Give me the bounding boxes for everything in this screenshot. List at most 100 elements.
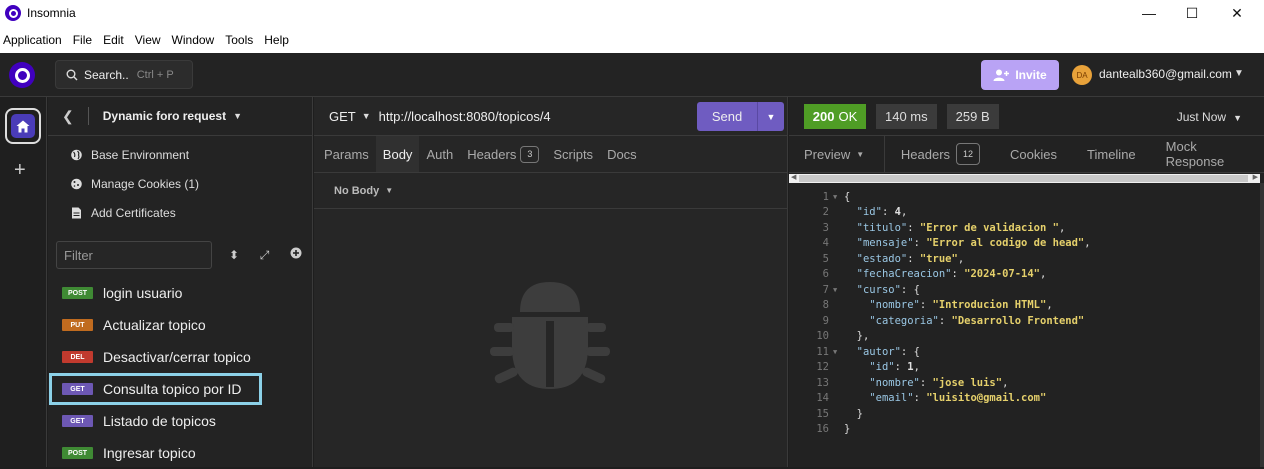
response-timestamp: Just Now	[1176, 110, 1227, 124]
chevron-down-icon: ▼	[856, 149, 865, 159]
menu-help[interactable]: Help	[264, 33, 289, 47]
home-button[interactable]	[5, 108, 41, 144]
tab-body[interactable]: Body	[375, 136, 420, 172]
back-chevron-icon[interactable]: ❮	[62, 108, 74, 125]
body-type-label: No Body	[334, 184, 380, 197]
fold-toggle-icon[interactable]: ▼	[831, 286, 844, 294]
account-email[interactable]: dantealb360@gmail.com	[1099, 67, 1232, 81]
tab-headers[interactable]: Headers 3	[460, 136, 546, 172]
line-number: 10	[816, 330, 829, 343]
workspace-header: ❮ Dynamic foro request ▼	[48, 97, 312, 136]
tab-mock-response[interactable]: Mock Response	[1166, 139, 1234, 169]
sidebar-item-add-certificates[interactable]: Add Certificates	[48, 198, 312, 227]
line-number: 3	[822, 221, 829, 234]
add-request-icon[interactable]	[290, 247, 302, 262]
tab-auth[interactable]: Auth	[419, 136, 460, 172]
list-item[interactable]: PUT Actualizar topico	[48, 309, 313, 341]
send-options-chevron-down-icon[interactable]: ▼	[757, 102, 784, 131]
headers-count-badge: 3	[520, 145, 540, 163]
list-item[interactable]: DEL Desactivar/cerrar topico	[48, 341, 313, 373]
close-button[interactable]: ✕	[1214, 0, 1260, 26]
tab-docs[interactable]: Docs	[600, 136, 644, 172]
expand-icon[interactable]: ⤢	[260, 248, 270, 263]
sidebar-item-label: Base Environment	[91, 147, 190, 162]
filter-row: Filter ⬍ ⤢	[56, 241, 306, 269]
code-line: 11 ▼ "autor": {	[789, 344, 1249, 360]
response-body-viewer[interactable]: 1 ▼{2 "id": 4, 3 "titulo": "Error de valid…	[789, 189, 1249, 437]
avatar[interactable]: DA	[1072, 65, 1092, 85]
send-button-group: Send ▼	[697, 102, 784, 131]
line-number: 7	[822, 283, 829, 296]
fold-toggle-icon[interactable]: ▼	[831, 193, 844, 201]
code-line: 4 "mensaje": "Error al codigo de head",	[789, 236, 1249, 252]
add-workspace-icon[interactable]: +	[14, 159, 26, 182]
scrollbar-thumb[interactable]	[799, 175, 1248, 182]
request-name: Actualizar topico	[103, 317, 206, 333]
filter-input[interactable]: Filter	[56, 241, 212, 269]
menu-window[interactable]: Window	[172, 33, 215, 47]
menu-view[interactable]: View	[135, 33, 161, 47]
body-type-select[interactable]: No Body ▼	[314, 173, 787, 209]
horizontal-scrollbar[interactable]: ◀ ▶	[789, 174, 1260, 183]
code-text: "id": 4,	[856, 206, 908, 219]
menu-tools[interactable]: Tools	[225, 33, 253, 47]
code-text: "mensaje": "Error al codigo de head",	[856, 237, 1091, 250]
account-chevron-down-icon[interactable]: ▼	[1234, 68, 1244, 79]
code-line: 10 },	[789, 329, 1249, 345]
request-name: Desactivar/cerrar topico	[103, 349, 251, 365]
code-text: "curso": {	[856, 283, 920, 296]
chevron-down-icon: ▼	[1233, 113, 1242, 123]
certificate-icon	[72, 207, 81, 218]
search-icon	[66, 69, 78, 80]
scroll-left-icon[interactable]: ◀	[791, 173, 796, 181]
sort-icon[interactable]: ⬍	[229, 248, 239, 262]
menu-edit[interactable]: Edit	[103, 33, 124, 47]
method-badge: DEL	[62, 351, 93, 363]
method-badge: POST	[62, 447, 93, 459]
response-history-select[interactable]: Just Now ▼	[1177, 110, 1242, 124]
workspace-name[interactable]: Dynamic foro request	[103, 109, 226, 123]
send-button[interactable]: Send	[697, 102, 757, 131]
method-select[interactable]: GET	[329, 109, 356, 124]
window-title: Insomnia	[27, 6, 76, 20]
insomnia-logo-icon	[5, 5, 21, 21]
request-name: Listado de topicos	[103, 413, 216, 429]
tab-scripts[interactable]: Scripts	[546, 136, 600, 172]
fold-toggle-icon[interactable]: ▼	[831, 348, 844, 356]
invite-button[interactable]: Invite	[981, 60, 1059, 90]
code-line: 14 "email": "luisito@gmail.com"	[789, 391, 1249, 407]
app-topbar: Search.. Ctrl + P Invite DA dantealb360@…	[0, 53, 1264, 97]
list-item[interactable]: POST login usuario	[48, 277, 313, 309]
method-chevron-down-icon[interactable]: ▼	[362, 111, 371, 121]
sidebar-item-manage-cookies[interactable]: Manage Cookies (1)	[48, 169, 312, 198]
chevron-down-icon: ▼	[385, 186, 394, 195]
tab-preview[interactable]: Preview ▼	[804, 147, 864, 162]
menu-file[interactable]: File	[73, 33, 92, 47]
search-button[interactable]: Search.. Ctrl + P	[55, 60, 193, 89]
tab-params[interactable]: Params	[317, 136, 376, 172]
list-item[interactable]: GET Listado de topicos	[48, 405, 313, 437]
url-input[interactable]: http://localhost:8080/topicos/4	[379, 109, 551, 124]
list-item[interactable]: POST Ingresar topico	[48, 437, 313, 469]
vertical-scrollbar[interactable]	[1260, 183, 1264, 467]
app-logo-icon[interactable]	[9, 62, 35, 88]
tab-timeline[interactable]: Timeline	[1087, 147, 1136, 162]
sidebar: ❮ Dynamic foro request ▼ Base Environmen…	[48, 97, 313, 467]
search-label: Search..	[84, 67, 129, 82]
tab-cookies[interactable]: Cookies	[1010, 147, 1057, 162]
scroll-right-icon[interactable]: ▶	[1253, 173, 1258, 181]
code-text: "fechaCreacion": "2024-07-14",	[856, 268, 1047, 281]
line-number: 6	[822, 268, 829, 281]
list-item-active[interactable]: GET Consulta topico por ID	[49, 373, 262, 405]
workspace-chevron-down-icon[interactable]: ▼	[233, 111, 242, 121]
menu-application[interactable]: Application	[3, 33, 62, 47]
request-name: login usuario	[103, 285, 183, 301]
tab-response-headers[interactable]: Headers 12	[901, 143, 981, 165]
code-text: }	[844, 423, 851, 436]
request-list: POST login usuario PUT Actualizar topico D…	[48, 277, 313, 469]
maximize-button[interactable]: ☐	[1169, 0, 1215, 26]
code-text: "titulo": "Error de validacion ",	[856, 221, 1066, 234]
sidebar-item-base-environment[interactable]: Base Environment	[48, 140, 312, 169]
minimize-button[interactable]: —	[1126, 0, 1172, 26]
code-line: 15 }	[789, 406, 1249, 422]
